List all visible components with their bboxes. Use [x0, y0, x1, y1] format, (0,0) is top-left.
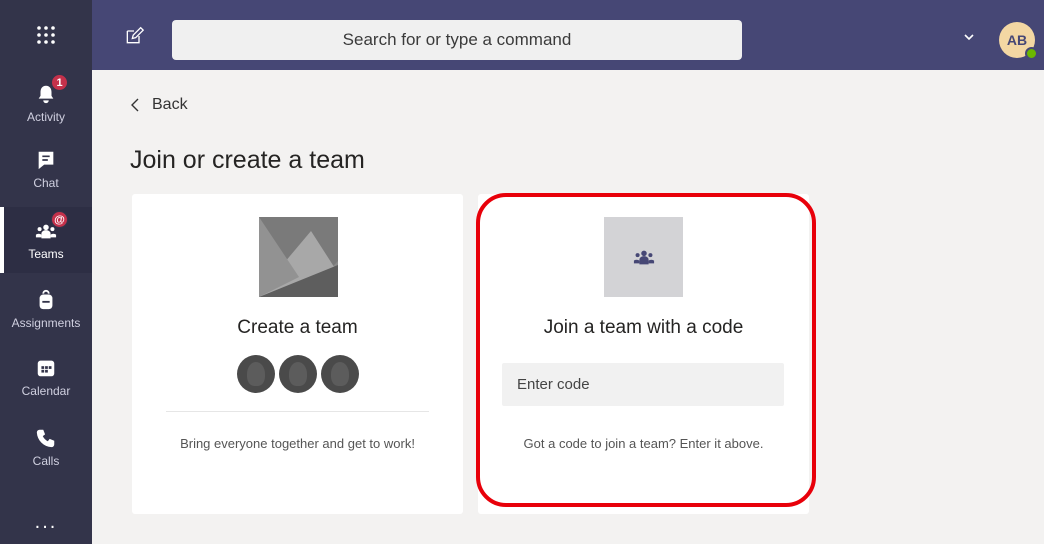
- join-team-card: Join a team with a code Got a code to jo…: [478, 194, 809, 514]
- join-team-title: Join a team with a code: [543, 317, 744, 338]
- rail-item-assignments[interactable]: Assignments: [0, 276, 92, 342]
- rail-item-label: Calendar: [21, 384, 71, 398]
- activity-badge: 1: [51, 74, 68, 91]
- presence-available-icon: [1025, 47, 1038, 60]
- team-code-input[interactable]: [502, 363, 784, 406]
- join-team-image: [604, 217, 683, 297]
- app-launcher-button[interactable]: [0, 0, 92, 70]
- person-icon: [236, 355, 275, 393]
- compose-button[interactable]: [122, 24, 146, 48]
- rail-item-label: Calls: [32, 454, 60, 468]
- chat-icon: [38, 151, 54, 170]
- app-bar: 1 Activity Chat @ Teams Assignments Cale…: [0, 70, 92, 544]
- person-icon: [278, 355, 317, 393]
- top-bar: AB: [0, 0, 1044, 70]
- rail-item-label: Assignments: [11, 316, 81, 330]
- rail-item-label: Chat: [33, 176, 59, 190]
- waffle-grid-icon: [37, 26, 55, 44]
- mention-badge: @: [51, 211, 68, 228]
- back-button[interactable]: Back: [130, 96, 188, 114]
- chevron-down-icon[interactable]: [962, 30, 976, 44]
- rail-item-activity[interactable]: 1 Activity: [0, 70, 92, 136]
- rail-item-label: Activity: [26, 110, 65, 124]
- calendar-icon: [37, 360, 55, 377]
- compose-icon: [126, 26, 144, 44]
- create-team-title: Create a team: [237, 317, 358, 338]
- avatar-initials: AB: [1006, 32, 1028, 48]
- chevron-left-icon: [131, 98, 139, 112]
- card-divider: [166, 411, 429, 412]
- create-team-image: [259, 217, 338, 297]
- rail-item-calls[interactable]: Calls: [0, 414, 92, 480]
- back-label: Back: [152, 96, 188, 113]
- rail-item-calendar[interactable]: Calendar: [0, 344, 92, 410]
- teams-icon: [633, 250, 654, 265]
- rail-item-chat[interactable]: Chat: [0, 136, 92, 202]
- create-team-description: Bring everyone together and get to work!: [180, 436, 415, 451]
- backpack-icon: [39, 289, 53, 310]
- search-input[interactable]: [172, 20, 742, 60]
- phone-icon: [36, 429, 55, 448]
- more-apps-button[interactable]: ...: [0, 502, 92, 542]
- create-team-card[interactable]: Create a team Bring everyone together an…: [132, 194, 463, 514]
- main-content: Back Join or create a team Create a team…: [92, 70, 1044, 544]
- rail-item-teams[interactable]: @ Teams: [0, 207, 92, 273]
- user-avatar[interactable]: AB: [999, 22, 1038, 60]
- page-title: Join or create a team: [130, 146, 365, 174]
- person-icon: [320, 355, 359, 393]
- join-team-description: Got a code to join a team? Enter it abov…: [523, 436, 764, 451]
- rail-item-label: Teams: [28, 247, 64, 261]
- member-avatars: [132, 355, 463, 393]
